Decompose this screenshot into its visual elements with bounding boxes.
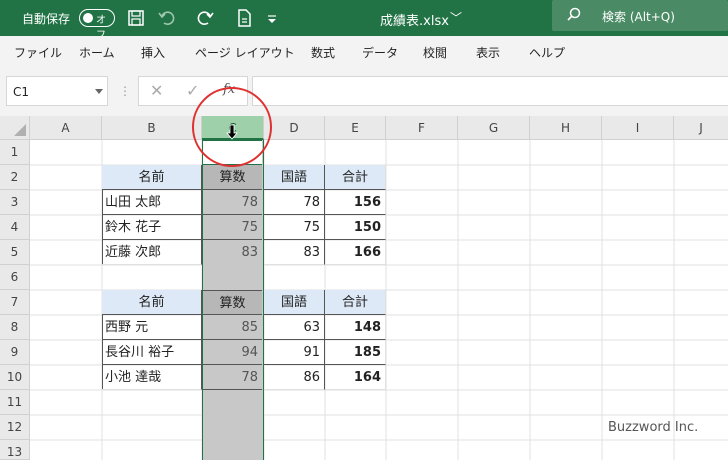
- column-header-d[interactable]: D: [264, 116, 325, 140]
- tab-view[interactable]: 表示: [476, 44, 500, 61]
- save-icon[interactable]: [126, 8, 146, 28]
- table2-header-total[interactable]: 合計: [325, 290, 386, 315]
- table2-header-name[interactable]: 名前: [102, 290, 202, 315]
- autosave-toggle[interactable]: オフ: [79, 9, 115, 41]
- table-row-total[interactable]: 150: [325, 215, 386, 240]
- column-header-b[interactable]: B: [102, 116, 202, 140]
- tab-file[interactable]: ファイル: [14, 44, 62, 61]
- table-row-total[interactable]: 156: [325, 190, 386, 215]
- table-row-japanese[interactable]: 63: [264, 315, 325, 340]
- table-row-math[interactable]: 85: [203, 315, 262, 340]
- table-row-total[interactable]: 166: [325, 240, 386, 265]
- more-icon: ⋮: [119, 84, 131, 98]
- tab-review[interactable]: 校閲: [423, 44, 447, 61]
- search-icon: [567, 7, 581, 21]
- cancel-icon[interactable]: ✕: [150, 81, 163, 100]
- table-row-math[interactable]: 94: [203, 340, 262, 365]
- column-header-g[interactable]: G: [458, 116, 530, 140]
- table1-header-name[interactable]: 名前: [102, 165, 202, 190]
- tab-data[interactable]: データ: [362, 44, 398, 61]
- title-bar: 自動保存 オフ 成績表.xlsx ﹀ 検索 (Alt+Q): [0, 0, 728, 41]
- document-icon[interactable]: [234, 8, 254, 28]
- table-row-name[interactable]: 鈴木 花子: [102, 215, 202, 240]
- column-header-a[interactable]: A: [30, 116, 102, 140]
- select-all-corner[interactable]: [0, 116, 30, 140]
- search-placeholder: 検索 (Alt+Q): [602, 10, 675, 24]
- row-header-11[interactable]: 11: [0, 390, 30, 415]
- name-box[interactable]: C1: [6, 76, 108, 106]
- table-row-japanese[interactable]: 91: [264, 340, 325, 365]
- table2-header-japanese[interactable]: 国語: [264, 290, 325, 315]
- autosave-label: 自動保存: [22, 12, 71, 26]
- table-row-math[interactable]: 83: [203, 240, 262, 265]
- row-header-6[interactable]: 6: [0, 265, 30, 290]
- chevron-down-icon[interactable]: ﹀: [450, 9, 462, 26]
- table-row-japanese[interactable]: 83: [264, 240, 325, 265]
- table-row-total[interactable]: 185: [325, 340, 386, 365]
- column-header-i[interactable]: I: [602, 116, 674, 140]
- row-header-12[interactable]: 12: [0, 415, 30, 440]
- table-row-math[interactable]: 78: [203, 190, 262, 215]
- tab-formulas[interactable]: 数式: [311, 44, 335, 61]
- confirm-icon[interactable]: ✓: [186, 81, 199, 100]
- toggle-knob: [83, 12, 93, 23]
- down-arrow-cursor-icon: [226, 124, 238, 140]
- table2-header-math[interactable]: 算数: [203, 290, 262, 315]
- table-row-math[interactable]: 78: [203, 365, 262, 390]
- selected-column-c[interactable]: 算数 78 75 83 算数 85 94 78: [202, 140, 264, 460]
- row-header-13[interactable]: 13: [0, 440, 30, 460]
- name-box-dropdown-icon[interactable]: [95, 89, 103, 94]
- name-box-value: C1: [13, 85, 30, 99]
- tab-help[interactable]: ヘルプ: [529, 44, 565, 61]
- table-row-math[interactable]: 75: [203, 215, 262, 240]
- table1-header-math[interactable]: 算数: [203, 165, 262, 190]
- formula-bar: C1 ⋮ ✕ ✓ fx: [0, 68, 728, 116]
- table-row-name[interactable]: 西野 元: [102, 315, 202, 340]
- row-header-9[interactable]: 9: [0, 340, 30, 365]
- undo-icon[interactable]: [156, 8, 176, 28]
- table-row-name[interactable]: 長谷川 裕子: [102, 340, 202, 365]
- column-header-f[interactable]: F: [386, 116, 458, 140]
- table-row-name[interactable]: 近藤 次郎: [102, 240, 202, 265]
- tab-page-layout[interactable]: ページ レイアウト: [195, 44, 295, 61]
- row-header-10[interactable]: 10: [0, 365, 30, 390]
- row-header-2[interactable]: 2: [0, 165, 30, 190]
- table1-header-japanese[interactable]: 国語: [264, 165, 325, 190]
- table-row-japanese[interactable]: 75: [264, 215, 325, 240]
- row-header-3[interactable]: 3: [0, 190, 30, 215]
- file-name[interactable]: 成績表.xlsx: [380, 10, 449, 29]
- row-header-7[interactable]: 7: [0, 290, 30, 315]
- table-row-japanese[interactable]: 78: [264, 190, 325, 215]
- customize-toolbar-icon[interactable]: [262, 10, 282, 30]
- row-header-8[interactable]: 8: [0, 315, 30, 340]
- watermark: Buzzword Inc.: [608, 420, 699, 435]
- table-row-total[interactable]: 148: [325, 315, 386, 340]
- table-row-japanese[interactable]: 86: [264, 365, 325, 390]
- formula-input[interactable]: [252, 76, 728, 106]
- redo-icon[interactable]: [196, 8, 216, 28]
- table1-header-total[interactable]: 合計: [325, 165, 386, 190]
- table-row-name[interactable]: 小池 達哉: [102, 365, 202, 390]
- row-header-1[interactable]: 1: [0, 140, 30, 165]
- row-header-5[interactable]: 5: [0, 240, 30, 265]
- ribbon-tabs: ファイル ホーム 挿入 ページ レイアウト 数式 データ 校閲 表示 ヘルプ: [0, 36, 728, 68]
- tab-home[interactable]: ホーム: [79, 44, 115, 61]
- column-header-e[interactable]: E: [325, 116, 386, 140]
- table-row-name[interactable]: 山田 太郎: [102, 190, 202, 215]
- search-box[interactable]: 検索 (Alt+Q): [552, 0, 728, 31]
- column-header-h[interactable]: H: [530, 116, 602, 140]
- table-row-total[interactable]: 164: [325, 365, 386, 390]
- row-header-4[interactable]: 4: [0, 215, 30, 240]
- tab-insert[interactable]: 挿入: [141, 44, 165, 61]
- column-header-j[interactable]: J: [674, 116, 728, 140]
